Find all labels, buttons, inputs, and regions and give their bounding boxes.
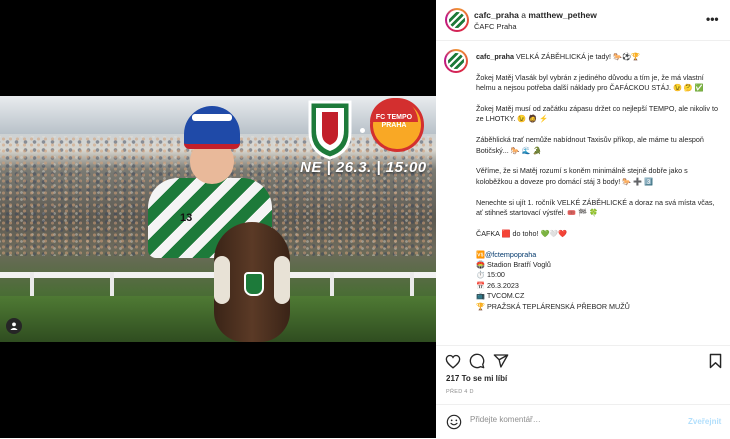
send-icon[interactable] <box>492 352 510 370</box>
author-names: cafc_praha a matthew_pethew <box>474 10 597 20</box>
caption-paragraph: Nenechte si ujít 1. ročník VELKÉ ZÁBĚHLI… <box>476 197 715 218</box>
tempo-crest-line2: PRAHA <box>381 122 407 129</box>
like-count[interactable]: 217 To se mi líbí <box>446 374 507 383</box>
post-comment-button[interactable]: Zveřejnit <box>688 417 721 426</box>
comment-icon[interactable] <box>468 352 486 370</box>
author-subtitle[interactable]: ČAFC Praha <box>474 22 517 31</box>
more-horizontal-icon[interactable]: ••• <box>706 13 719 25</box>
match-info-text: NE | 26.3. | 15:00 <box>300 159 427 176</box>
info-league: 🏆 PRAŽSKÁ TEPLÁRENSKÁ PŘEBOR MUŽŮ <box>476 301 630 311</box>
caption-username[interactable]: cafc_praha <box>476 52 514 61</box>
mention-link[interactable]: @fctempopraha <box>485 250 536 259</box>
horse-noseband-right <box>274 256 290 304</box>
caption-avatar[interactable] <box>444 49 468 73</box>
post-header: cafc_praha a matthew_pethew ČAFC Praha •… <box>436 0 730 41</box>
jersey-number: 13 <box>180 212 193 224</box>
caption-paragraph: ČAFKA 🟥 do toho! 💚🤍❤️ <box>476 228 568 238</box>
info-date: 📅 26.3.2023 <box>476 280 519 290</box>
caption-paragraph: Věříme, že si Matěj rozumí s koněm minim… <box>476 166 688 186</box>
author-joiner: a <box>521 10 526 20</box>
info-stadium: 🏟️ Stadion Bratří Voglů <box>476 260 551 270</box>
caption-paragraph: Žokej Matěj musí od začátku zápasu držet… <box>476 104 718 124</box>
comment-bar: Zveřejnit <box>436 404 730 439</box>
emoji-icon[interactable] <box>446 414 462 430</box>
user-tag-icon[interactable] <box>6 318 22 334</box>
instagram-post: 13 FC TEMPO PRAHA NE | 26.3. | 15:00 caf… <box>0 0 730 438</box>
post-timestamp[interactable]: PŘED 4 D <box>446 389 474 395</box>
caption-text: cafc_praha VELKÁ ZÁBĚHLICKÁ je tady! 🐎⚽🏆… <box>476 52 722 312</box>
caption-paragraph: Žokej Matěj Vlasák byl vybrán z jediného… <box>476 72 704 93</box>
cafc-crest <box>308 100 352 160</box>
tempo-crest-text: FC TEMPO PRAHA <box>370 114 418 130</box>
info-time: ⏱️ 15:00 <box>476 270 505 280</box>
caption-paragraph: Záběhlická trať nemůže nabídnout Taxisův… <box>476 135 704 155</box>
caption-headline-text: VELKÁ ZÁBĚHLICKÁ je tady! 🐎⚽🏆 <box>515 52 640 61</box>
post-media[interactable]: 13 FC TEMPO PRAHA NE | 26.3. | 15:00 <box>0 0 436 438</box>
author-avatar[interactable] <box>445 8 469 32</box>
comment-input[interactable] <box>470 415 670 424</box>
action-bar <box>436 345 730 372</box>
info-tv: 📺 TVCOM.CZ <box>476 291 525 301</box>
jockey-helmet <box>184 106 240 149</box>
post-panel: cafc_praha a matthew_pethew ČAFC Praha •… <box>436 0 730 438</box>
tempo-crest-line1: FC TEMPO <box>375 114 413 121</box>
versus-dot <box>360 128 365 133</box>
helmet-band <box>192 114 232 121</box>
caption-area: cafc_praha VELKÁ ZÁBĚHLICKÁ je tady! 🐎⚽🏆… <box>436 41 730 338</box>
collab-username[interactable]: matthew_pethew <box>528 10 597 20</box>
horse-noseband-left <box>214 256 230 304</box>
versus-emoji: 🆚 <box>476 249 485 259</box>
horse-club-badge <box>244 272 264 296</box>
author-username[interactable]: cafc_praha <box>474 10 519 20</box>
info-mention-line: 🆚@fctempopraha <box>476 250 722 260</box>
horse <box>196 216 306 342</box>
caption-headline: cafc_praha VELKÁ ZÁBĚHLICKÁ je tady! 🐎⚽🏆 <box>476 52 722 62</box>
heart-icon[interactable] <box>444 352 462 370</box>
bookmark-icon[interactable] <box>706 352 724 370</box>
